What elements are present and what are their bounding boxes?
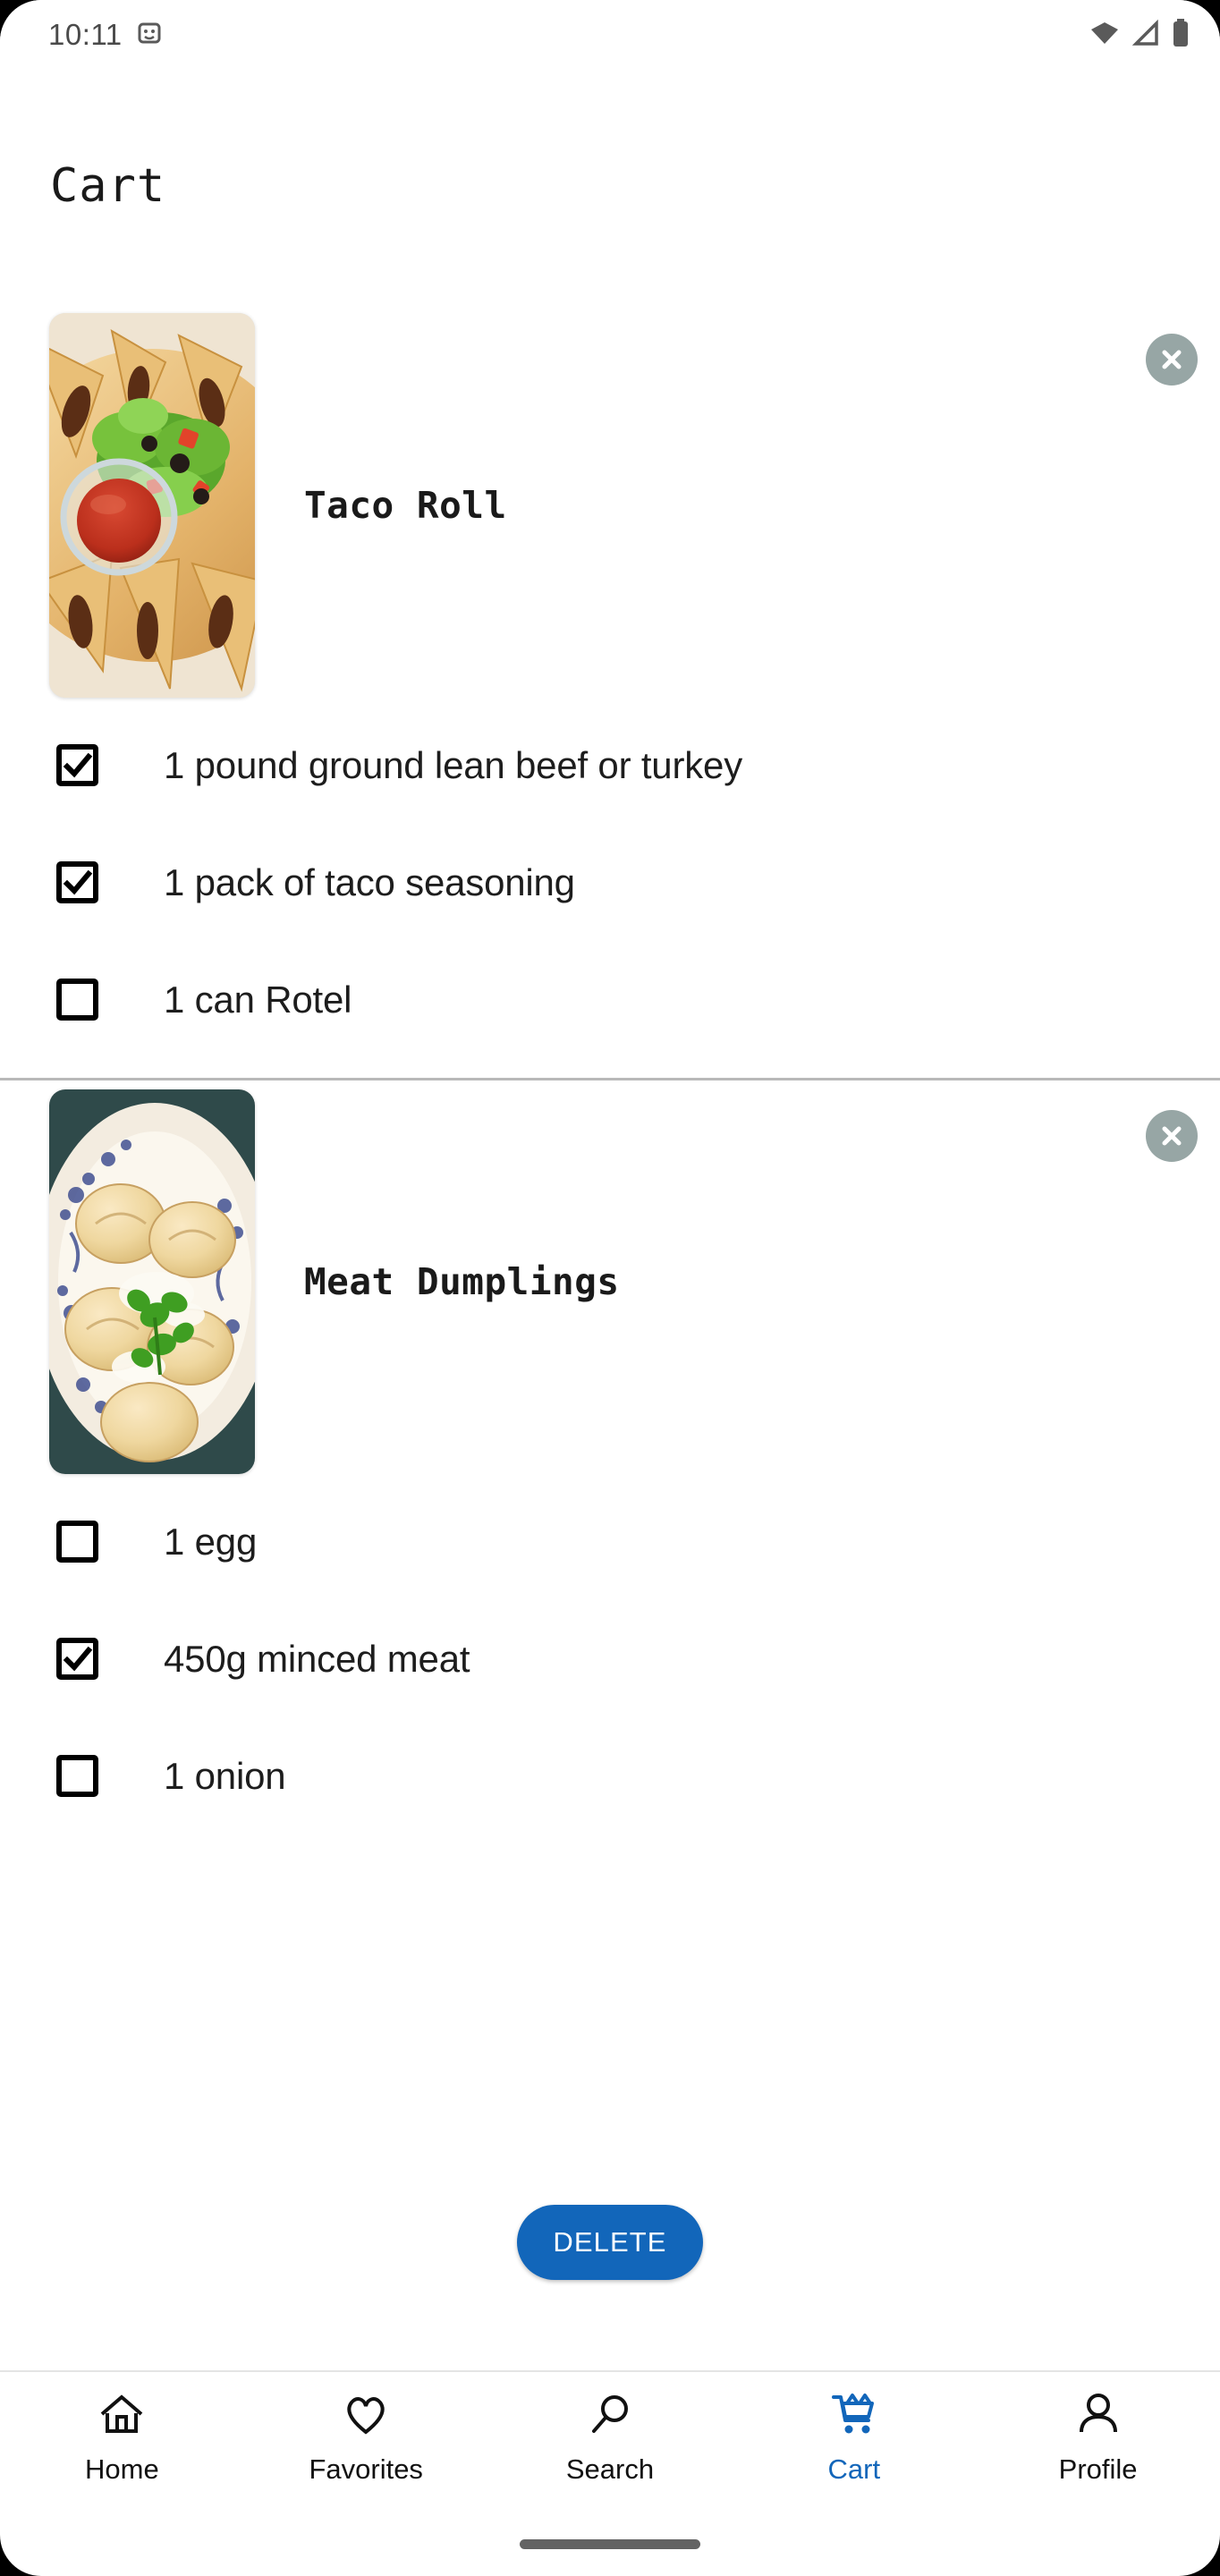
remove-item-button[interactable]	[1146, 1110, 1198, 1162]
cellular-signal-icon	[1131, 19, 1160, 52]
phone-screen: 10:11 Cart Taco Roll 1 pound ground lean…	[0, 0, 1220, 2576]
cart-item: Meat Dumplings 1 egg 450g minced meat 1 …	[0, 1080, 1220, 1835]
status-clock: 10:11	[48, 18, 123, 51]
cart-item-header: Taco Roll	[0, 304, 1220, 707]
nav-item-home[interactable]: Home	[0, 2390, 244, 2486]
nav-item-favorites[interactable]: Favorites	[244, 2390, 488, 2486]
status-bar: 10:11	[0, 0, 1220, 70]
battery-icon	[1172, 18, 1190, 53]
ingredient-label: 1 egg	[164, 1520, 258, 1563]
ingredient-checkbox-checked[interactable]	[56, 861, 98, 903]
ingredient-row[interactable]: 450g minced meat	[0, 1600, 1220, 1717]
wifi-icon	[1089, 19, 1120, 52]
search-icon	[585, 2390, 635, 2443]
ingredient-row[interactable]: 1 egg	[0, 1483, 1220, 1600]
gesture-home-indicator[interactable]	[520, 2539, 700, 2549]
cart-icon	[829, 2390, 879, 2443]
cart-item-name: Taco Roll	[304, 484, 507, 527]
cart-item: Taco Roll 1 pound ground lean beef or tu…	[0, 304, 1220, 1080]
ingredient-row[interactable]: 1 onion	[0, 1717, 1220, 1835]
ingredient-checkbox-checked[interactable]	[56, 1638, 98, 1680]
nav-label: Favorites	[309, 2453, 423, 2485]
heart-icon	[341, 2390, 391, 2443]
page-title: Cart	[50, 159, 166, 213]
cart-item-image	[49, 1089, 255, 1474]
cart-item-header: Meat Dumplings	[0, 1080, 1220, 1483]
ingredient-label: 1 can Rotel	[164, 978, 352, 1021]
ingredient-label: 1 pound ground lean beef or turkey	[164, 743, 743, 786]
ingredient-checkbox-unchecked[interactable]	[56, 1521, 98, 1563]
cart-item-list: Taco Roll 1 pound ground lean beef or tu…	[0, 304, 1220, 2370]
delete-button[interactable]: DELETE	[517, 2205, 703, 2280]
status-bar-left: 10:11	[48, 18, 162, 52]
screen-record-icon	[137, 20, 162, 51]
remove-item-button[interactable]	[1146, 334, 1198, 386]
cart-item-name: Meat Dumplings	[304, 1260, 620, 1303]
nav-item-profile[interactable]: Profile	[976, 2390, 1220, 2486]
nav-label: Profile	[1058, 2453, 1138, 2485]
nav-item-search[interactable]: Search	[488, 2390, 733, 2486]
bottom-navigation-bar: Home Favorites Search Cart Profile	[0, 2370, 1220, 2503]
ingredient-label: 1 pack of taco seasoning	[164, 860, 575, 903]
ingredient-row[interactable]: 1 can Rotel	[0, 941, 1220, 1058]
person-icon	[1073, 2390, 1123, 2443]
cart-item-image	[49, 313, 255, 698]
nav-label: Cart	[827, 2453, 881, 2485]
status-bar-right	[1089, 18, 1190, 53]
ingredient-checkbox-unchecked[interactable]	[56, 1755, 98, 1797]
ingredient-row[interactable]: 1 pack of taco seasoning	[0, 824, 1220, 941]
nav-label: Search	[565, 2453, 655, 2485]
ingredient-label: 450g minced meat	[164, 1637, 470, 1680]
nav-item-cart[interactable]: Cart	[732, 2390, 976, 2486]
home-icon	[97, 2390, 147, 2443]
delete-button-container: DELETE	[0, 2205, 1220, 2280]
ingredient-checkbox-unchecked[interactable]	[56, 979, 98, 1021]
ingredient-label: 1 onion	[164, 1754, 286, 1797]
nav-label: Home	[85, 2453, 159, 2485]
ingredient-row[interactable]: 1 pound ground lean beef or turkey	[0, 707, 1220, 824]
ingredient-checkbox-checked[interactable]	[56, 744, 98, 786]
